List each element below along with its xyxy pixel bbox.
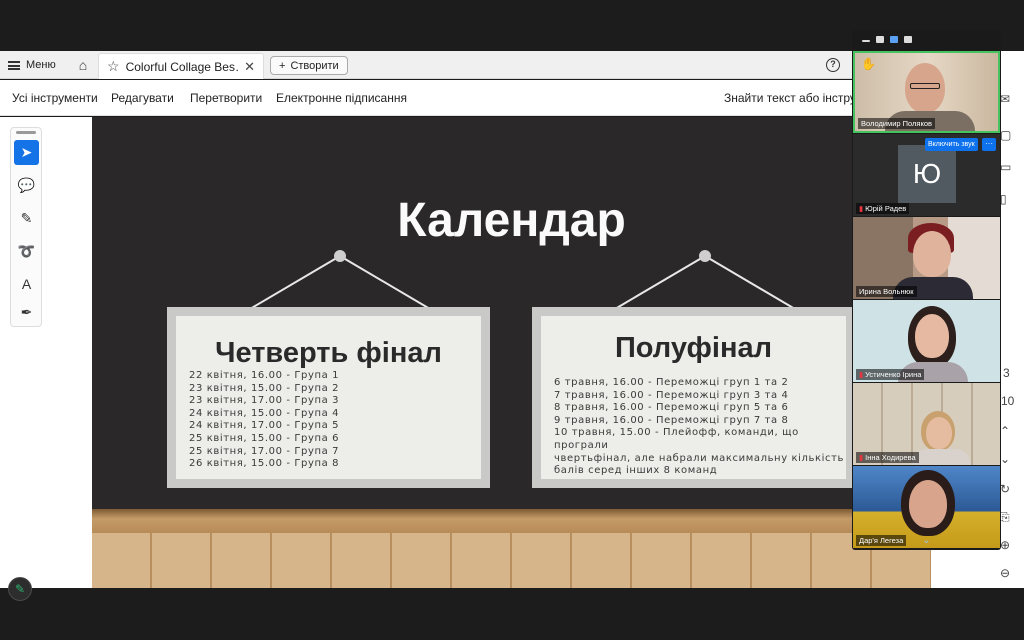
participant-name: Ирина Вольнюк	[856, 286, 917, 297]
hamburger-icon	[8, 60, 20, 70]
help-icon[interactable]: ?	[826, 58, 840, 72]
unmute-button[interactable]: Включить звук	[925, 138, 978, 151]
muted-mic-icon: ▮	[859, 204, 864, 213]
schedule-line: балів серед інших 8 команд	[554, 465, 718, 477]
semifinal-schedule: 6 травня, 16.00 - Переможці груп 1 та 2 …	[554, 377, 855, 478]
menu-bar: Усі інструменти Редагувати Перетворити Е…	[0, 80, 864, 116]
participant-name: ▮ Устиченко Ірина	[856, 369, 925, 380]
view-strip-icon[interactable]	[876, 36, 884, 43]
scroll-down-icon[interactable]: ⌄	[852, 535, 1001, 549]
chevron-up-icon[interactable]: ⌃	[1000, 424, 1010, 438]
view-speaker-icon[interactable]	[890, 36, 898, 43]
edit-pencil-icon[interactable]: ✎	[8, 577, 32, 601]
participant-name: ▮ Інна Ходирева	[856, 452, 919, 463]
participant-tile[interactable]: Ирина Вольнюк	[853, 217, 1000, 299]
chevron-down-icon[interactable]: ⌄	[1000, 452, 1010, 466]
schedule-line: 24 квітня, 17.00 - Група 5	[189, 420, 340, 432]
document-tab[interactable]: ☆ Colorful Collage Bes… ✕	[98, 53, 264, 79]
bookmark-icon[interactable]: ▭	[1000, 160, 1011, 174]
avatar: Ю	[898, 145, 956, 203]
participant-video	[913, 231, 951, 277]
refresh-icon[interactable]: ↻	[1000, 482, 1010, 496]
zoom-in-icon[interactable]: ⊕	[1000, 538, 1010, 552]
screen: Меню ⌂ ☆ Colorful Collage Bes… ✕ + Створ…	[0, 0, 1024, 640]
raised-hand-icon: ✋	[861, 57, 876, 71]
left-toolbar: ➤ 💬 ✎ ➰ A ✒	[0, 117, 92, 588]
semifinal-title: Полуфінал	[614, 332, 773, 364]
sign-icon[interactable]: ✒	[14, 300, 39, 325]
menu-item-all-tools[interactable]: Усі інструменти	[12, 91, 98, 105]
close-icon[interactable]: ✕	[244, 59, 255, 75]
draw-freehand-icon[interactable]: ➰	[14, 239, 39, 264]
text-box-icon[interactable]: A	[14, 272, 39, 297]
plus-icon: +	[279, 59, 286, 72]
schedule-line: 6 травня, 16.00 - Переможці груп 1 та 2	[554, 377, 789, 388]
tool-panel: ➤ 💬 ✎ ➰ A ✒	[10, 127, 42, 327]
menu-button[interactable]: Меню	[8, 56, 56, 74]
mail-icon[interactable]: ✉	[1000, 92, 1010, 106]
comment-icon[interactable]: ▢	[1000, 128, 1011, 142]
quarterfinal-board: Четверть фінал 22 квітня, 16.00 - Група …	[167, 307, 490, 488]
select-cursor-icon[interactable]: ➤	[14, 140, 39, 165]
muted-mic-icon: ▮	[859, 370, 864, 379]
participant-tile[interactable]: ▮ Устиченко Ірина	[853, 300, 1000, 382]
participants-panel: ✋ Володимир Поляков Ю ▮ Юрій Радев Включи…	[852, 30, 1001, 550]
star-icon[interactable]: ☆	[107, 58, 120, 75]
floor-planks	[92, 533, 931, 588]
save-icon[interactable]: ⎘	[1000, 510, 1010, 525]
add-comment-icon[interactable]: 💬	[14, 173, 39, 198]
menu-item-edit[interactable]: Редагувати	[111, 91, 174, 105]
participant-tile[interactable]: ✋ Володимир Поляков	[853, 51, 1000, 133]
minimize-icon[interactable]	[862, 40, 870, 42]
semifinal-board: Полуфінал 6 травня, 16.00 - Переможці гр…	[532, 307, 855, 488]
schedule-line: 25 квітня, 17.00 - Група 7	[189, 445, 340, 457]
participant-name: Володимир Поляков	[858, 118, 935, 129]
schedule-line: 9 травня, 16.00 - Переможці груп 7 та 8	[554, 414, 789, 426]
schedule-line: 25 квітня, 15.00 - Група 6	[189, 432, 340, 444]
slide: Календар Четверть фінал 22 квітня, 16.00…	[92, 117, 931, 588]
page-total: 10	[1001, 394, 1015, 408]
view-gallery-icon[interactable]	[904, 36, 912, 43]
page-number: 3	[1003, 366, 1010, 380]
schedule-line: 22 квітня, 16.00 - Група 1	[189, 370, 340, 381]
participant-video	[909, 480, 947, 528]
schedule-line: 7 травня, 16.00 - Переможці груп 3 та 4	[554, 389, 789, 401]
tab-bar: Меню ⌂ ☆ Colorful Collage Bes… ✕ + Створ…	[0, 51, 852, 79]
bottom-bar	[0, 588, 1024, 640]
schedule-line: 24 квітня, 15.00 - Група 4	[189, 407, 340, 419]
participant-video	[926, 417, 952, 449]
schedule-line: чвертьфінал, але набрали максимальну кіл…	[554, 452, 845, 464]
glasses	[910, 83, 940, 89]
find-text-search[interactable]: Знайти текст або інструм	[724, 91, 864, 105]
schedule-line: 10 травня, 15.00 - Плейофф, команди, що …	[554, 427, 799, 451]
menu-item-e-sign[interactable]: Електронне підписання	[276, 91, 407, 105]
create-label: Створити	[290, 59, 339, 72]
participant-name: ▮ Юрій Радев	[856, 203, 910, 214]
menu-item-convert[interactable]: Перетворити	[190, 91, 262, 105]
create-button[interactable]: + Створити	[270, 56, 348, 75]
wooden-floor	[92, 509, 931, 588]
participant-video	[915, 314, 949, 358]
schedule-line: 23 квітня, 17.00 - Група 3	[189, 395, 340, 407]
schedule-line: 8 травня, 16.00 - Переможці груп 5 та 6	[554, 402, 789, 414]
tab-title: Colorful Collage Bes…	[125, 59, 239, 74]
home-icon[interactable]: ⌂	[72, 55, 94, 75]
more-options-button[interactable]: ···	[982, 138, 996, 151]
highlight-pen-icon[interactable]: ✎	[14, 206, 39, 231]
quarterfinal-title: Четверть фінал	[215, 337, 442, 369]
drag-handle[interactable]	[16, 131, 36, 134]
schedule-line: 23 квітня, 15.00 - Група 2	[189, 382, 340, 394]
view-controls	[852, 30, 1001, 50]
quarterfinal-schedule: 22 квітня, 16.00 - Група 1 23 квітня, 15…	[189, 370, 339, 471]
zoom-out-icon[interactable]: ⊖	[1000, 566, 1010, 580]
schedule-line: 26 квітня, 15.00 - Група 8	[189, 458, 340, 470]
clothing	[911, 449, 971, 465]
muted-mic-icon: ▮	[859, 453, 864, 462]
floor-trim	[92, 509, 931, 533]
menu-label: Меню	[26, 59, 56, 71]
participant-tile[interactable]: ▮ Інна Ходирева	[853, 383, 1000, 465]
